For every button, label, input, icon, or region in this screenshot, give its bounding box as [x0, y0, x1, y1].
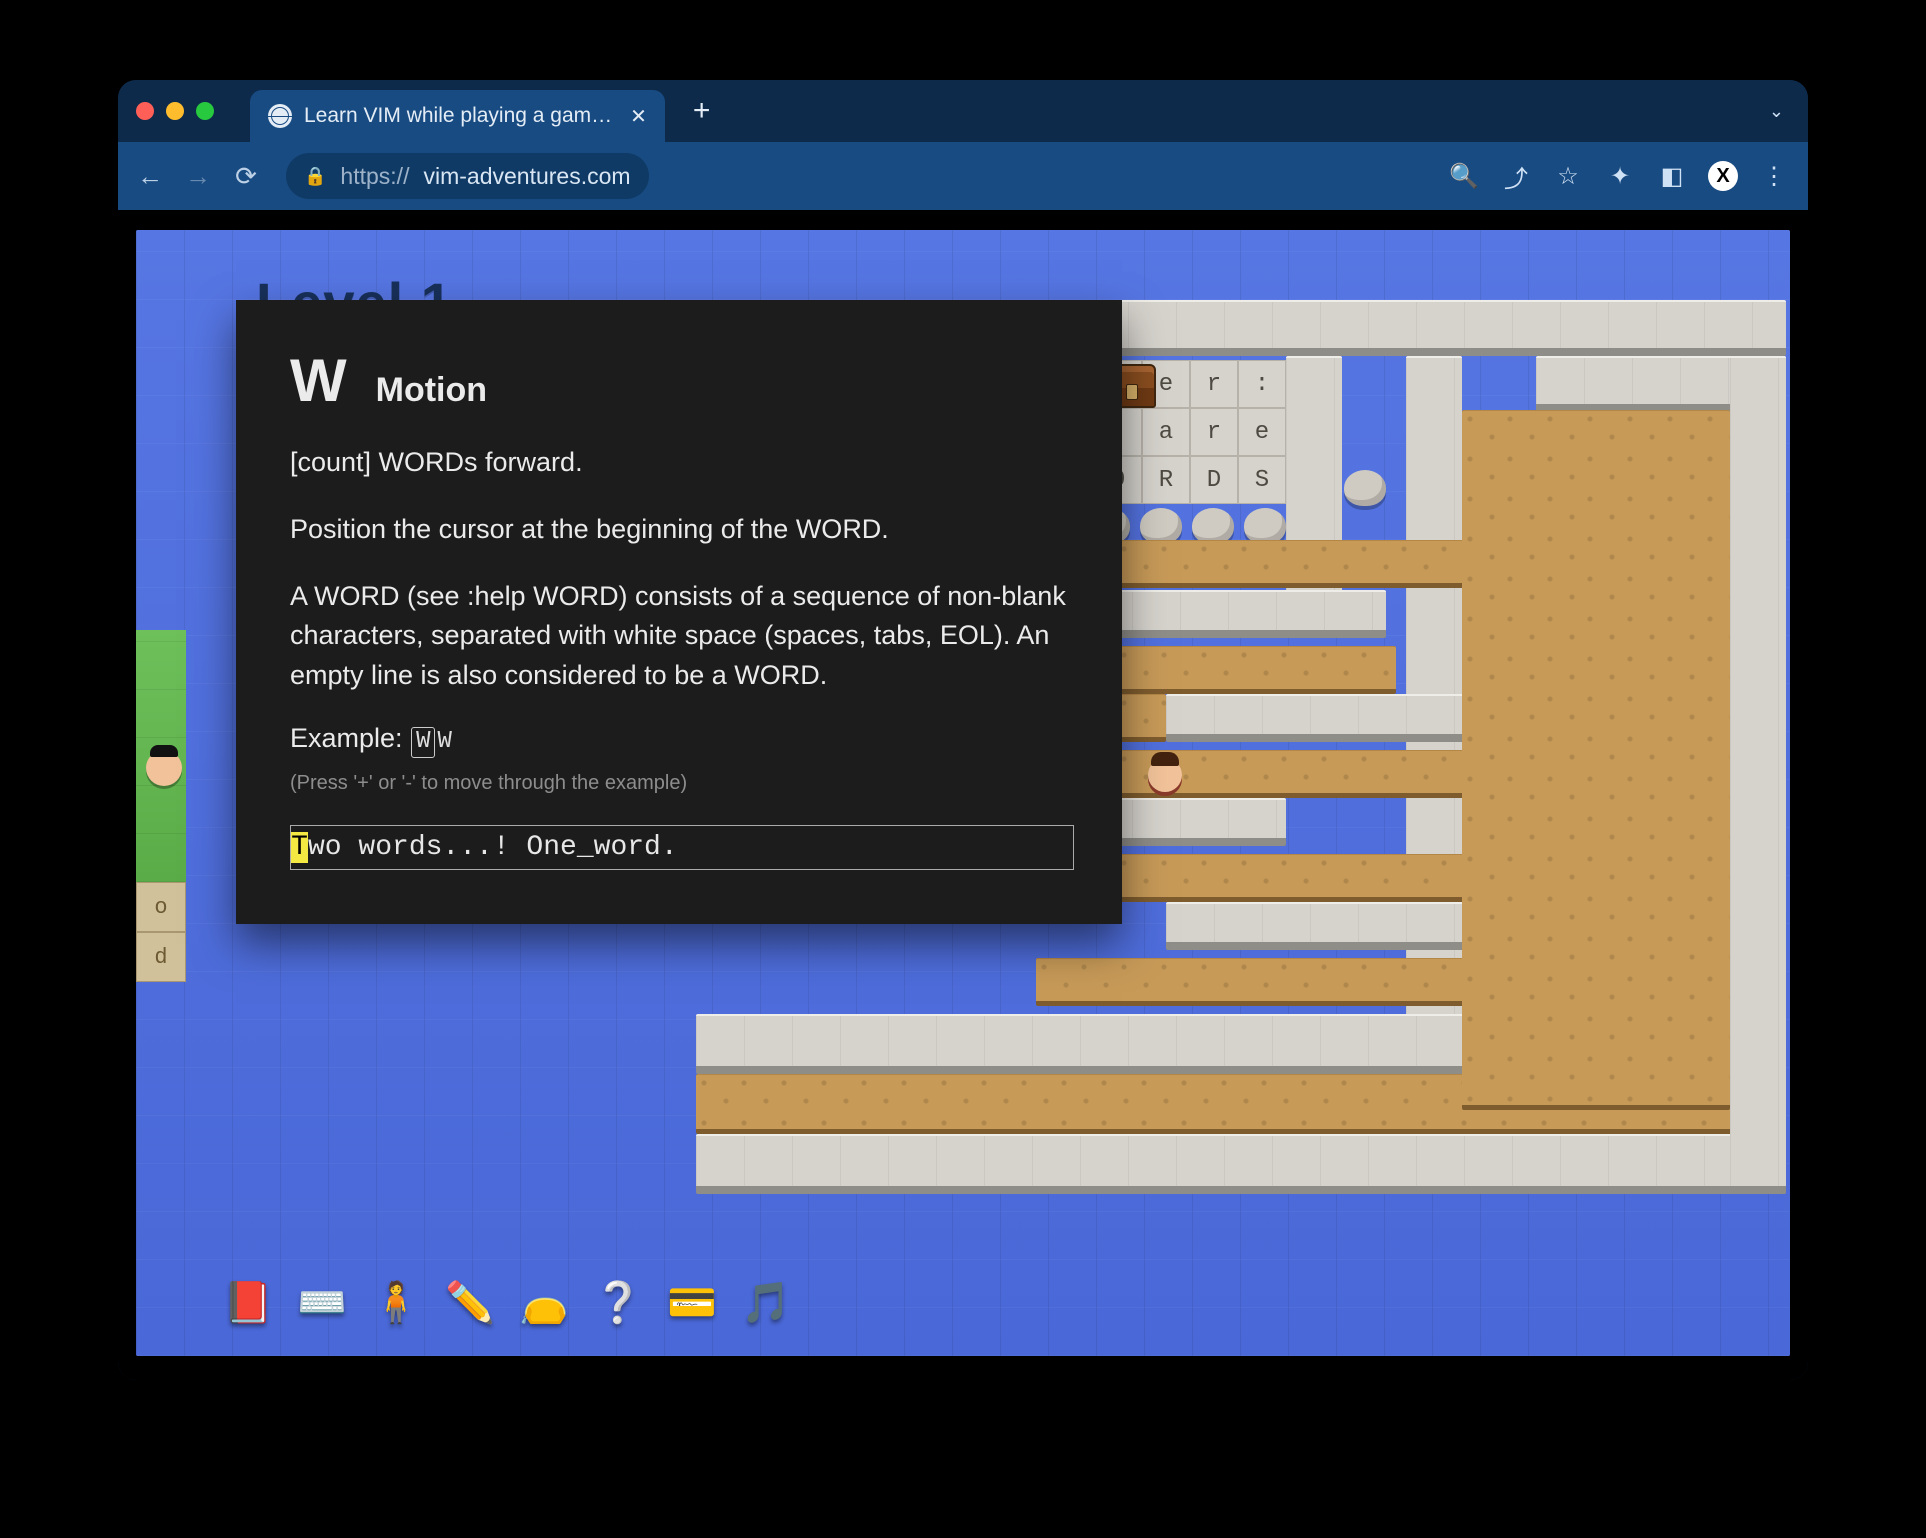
grass-letter-tile: o — [136, 882, 186, 932]
help-paragraph: A WORD (see :help WORD) consists of a se… — [290, 577, 1074, 694]
example-key: W — [437, 728, 451, 757]
tab-close-icon[interactable]: ✕ — [630, 104, 647, 129]
floor — [1462, 410, 1730, 1110]
grass-letter-tile: d — [136, 932, 186, 982]
tab-title: Learn VIM while playing a gam… — [304, 104, 612, 128]
traffic-lights — [136, 102, 214, 120]
help-icon[interactable]: ❔ — [592, 1278, 644, 1326]
help-paragraph: [count] WORDs forward. — [290, 443, 1074, 482]
player-avatar — [1148, 758, 1182, 792]
person-icon[interactable]: 🧍 — [370, 1278, 422, 1326]
book-icon[interactable]: 📕 — [222, 1278, 274, 1326]
example-text: wo words...! One_word. — [308, 832, 678, 863]
new-tab-button[interactable]: + — [693, 94, 711, 128]
lock-icon: 🔒 — [304, 166, 326, 187]
wall — [1730, 356, 1786, 1194]
music-icon[interactable]: 🎵 — [740, 1278, 792, 1326]
help-panel: W Motion [count] WORDs forward. Position… — [236, 300, 1122, 924]
panel-icon[interactable]: ◧ — [1656, 162, 1688, 191]
browser-tab[interactable]: Learn VIM while playing a gam… ✕ — [250, 90, 665, 142]
rock-obstacle — [1344, 470, 1386, 506]
npc-avatar — [146, 750, 182, 786]
example-box: Two words...! One_word. — [290, 825, 1074, 870]
rock-obstacle — [1140, 508, 1182, 544]
extensions-icon[interactable]: ✦ — [1604, 162, 1636, 191]
url-field[interactable]: 🔒 https:// vim-adventures.com — [286, 153, 649, 199]
profile-icon[interactable]: X — [1708, 161, 1738, 191]
card-icon[interactable]: 💳 — [666, 1278, 718, 1326]
maximize-window-button[interactable] — [196, 102, 214, 120]
url-scheme: https:// — [340, 163, 409, 190]
help-title: Motion — [376, 371, 487, 410]
example-key: W — [411, 727, 435, 758]
globe-icon — [268, 104, 292, 128]
titlebar: Learn VIM while playing a gam… ✕ + ⌄ — [118, 80, 1808, 142]
pencil-icon[interactable]: ✏️ — [444, 1278, 496, 1326]
reload-button[interactable]: ⟳ — [232, 161, 260, 192]
example-hint: (Press '+' or '-' to move through the ex… — [290, 772, 1074, 795]
wallet-icon[interactable]: 👝 — [518, 1278, 570, 1326]
viewport: Level 1 o d m b e r : s a r e — [118, 210, 1808, 1380]
close-window-button[interactable] — [136, 102, 154, 120]
game-toolbar: 📕 ⌨️ 🧍 ✏️ 👝 ❔ 💳 🎵 — [222, 1278, 792, 1326]
example-line: Example: WW — [290, 723, 1074, 758]
share-icon[interactable]: ⤴ — [1500, 159, 1532, 194]
rock-obstacle — [1244, 508, 1286, 544]
wall — [696, 1134, 1786, 1194]
help-key-glyph: W — [290, 346, 348, 415]
bookmark-icon[interactable]: ☆ — [1552, 162, 1584, 191]
forward-button[interactable]: → — [184, 161, 212, 192]
minimize-window-button[interactable] — [166, 102, 184, 120]
example-cursor: T — [291, 832, 308, 863]
address-bar: ← → ⟳ 🔒 https:// vim-adventures.com 🔍 ⤴ ☆… — [118, 142, 1808, 210]
help-paragraph: Position the cursor at the beginning of … — [290, 510, 1074, 549]
back-button[interactable]: ← — [136, 161, 164, 192]
game-canvas[interactable]: Level 1 o d m b e r : s a r e — [136, 230, 1790, 1356]
kebab-menu-icon[interactable]: ⋮ — [1758, 162, 1790, 191]
url-host: vim-adventures.com — [423, 163, 630, 190]
zoom-icon[interactable]: 🔍 — [1448, 162, 1480, 191]
rock-obstacle — [1192, 508, 1234, 544]
tabs-dropdown-icon[interactable]: ⌄ — [1769, 101, 1784, 122]
browser-window: Learn VIM while playing a gam… ✕ + ⌄ ← →… — [118, 80, 1808, 1380]
keyboard-icon[interactable]: ⌨️ — [296, 1278, 348, 1326]
